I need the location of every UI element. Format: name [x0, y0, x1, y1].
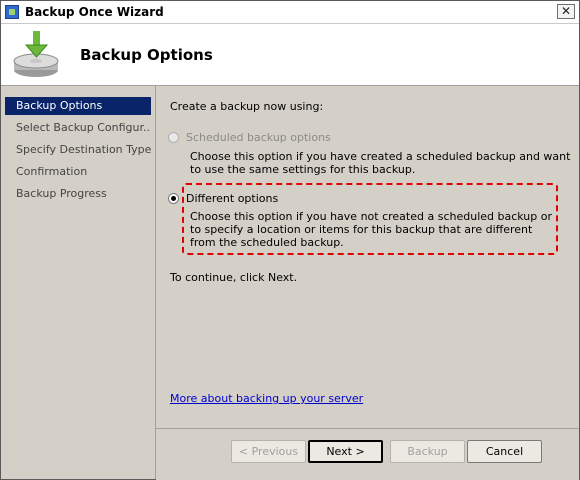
page-title: Backup Options [80, 46, 213, 64]
close-icon: ✕ [560, 4, 572, 18]
scheduled-backup-radio[interactable] [168, 132, 179, 143]
previous-button[interactable]: < Previous [231, 440, 306, 463]
different-options-radio[interactable] [168, 193, 179, 204]
backup-disk-icon [13, 31, 59, 77]
next-button[interactable]: Next > [308, 440, 383, 463]
backup-button[interactable]: Backup [390, 440, 465, 463]
nav-step-confirmation[interactable]: Confirmation [5, 163, 151, 181]
different-options-label: Different options [186, 192, 279, 205]
wizard-content: Create a backup now using: Scheduled bac… [156, 86, 579, 427]
nav-step-select-backup-configuration[interactable]: Select Backup Configur... [5, 119, 151, 137]
different-options-description: Choose this option if you have not creat… [190, 210, 553, 249]
intro-text: Create a backup now using: [170, 100, 324, 113]
wizard-window: Backup Once Wizard ✕ Backup Options Back… [0, 0, 580, 480]
nav-step-specify-destination-type[interactable]: Specify Destination Type [5, 141, 151, 159]
wizard-steps-nav: Backup Options Select Backup Configur...… [1, 86, 156, 479]
window-title: Backup Once Wizard [25, 5, 164, 19]
scheduled-backup-label: Scheduled backup options [186, 131, 331, 144]
nav-step-backup-progress[interactable]: Backup Progress [5, 185, 151, 203]
title-bar[interactable]: Backup Once Wizard ✕ [1, 1, 579, 24]
close-button[interactable]: ✕ [557, 4, 575, 19]
cancel-button[interactable]: Cancel [467, 440, 542, 463]
scheduled-backup-description: Choose this option if you have created a… [190, 150, 571, 176]
app-icon [5, 5, 19, 19]
wizard-header: Backup Options [1, 24, 579, 86]
continue-instruction: To continue, click Next. [170, 271, 298, 284]
help-link[interactable]: More about backing up your server [170, 392, 363, 405]
nav-step-backup-options[interactable]: Backup Options [5, 97, 151, 115]
wizard-footer: < Previous Next > Backup Cancel [156, 428, 579, 480]
